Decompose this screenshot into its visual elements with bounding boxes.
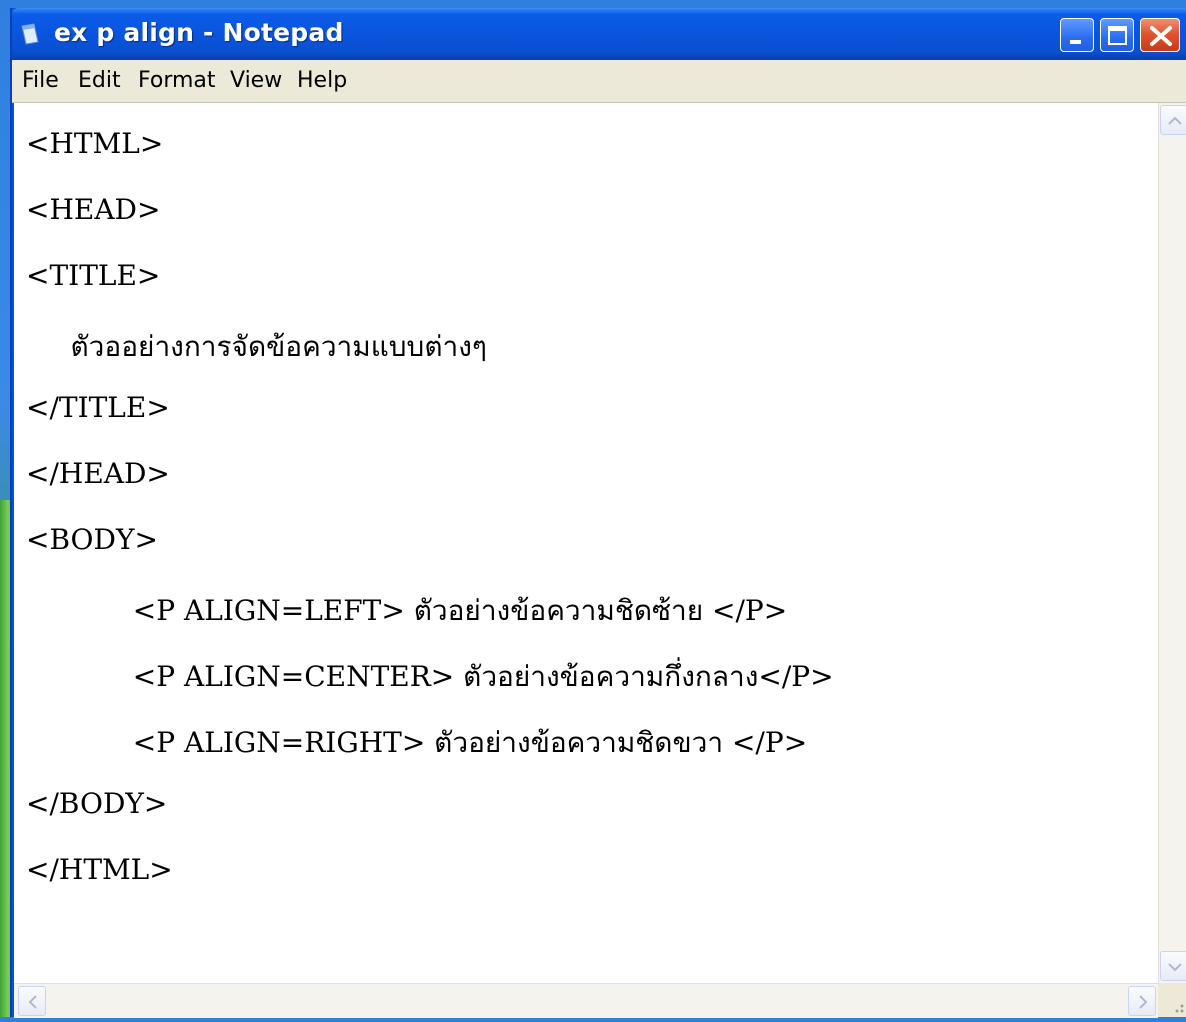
editor-line: <BODY> xyxy=(26,523,158,556)
menu-bar: File Edit Format View Help xyxy=(12,60,1186,103)
menu-edit[interactable]: Edit xyxy=(78,68,121,93)
maximize-button[interactable] xyxy=(1100,18,1134,52)
editor-line: <HEAD> xyxy=(26,193,161,226)
editor-line: </TITLE> xyxy=(26,391,170,424)
maximize-icon xyxy=(1108,26,1127,45)
scroll-down-icon xyxy=(1168,963,1182,972)
resize-grip[interactable] xyxy=(1158,983,1186,1017)
editor-line: <HTML> xyxy=(26,127,164,160)
menu-help[interactable]: Help xyxy=(297,68,347,93)
scroll-up-button[interactable] xyxy=(1160,105,1186,135)
editor-line: <P ALIGN=CENTER> ตัวอย่างข้อความกึ่งกลาง… xyxy=(26,660,834,693)
scroll-left-icon xyxy=(28,995,37,1009)
close-icon xyxy=(1150,26,1172,46)
scroll-right-button[interactable] xyxy=(1128,986,1156,1016)
minimize-button[interactable] xyxy=(1060,18,1094,52)
editor-line: <P ALIGN=LEFT> ตัวอย่างข้อความชิดซ้าย </… xyxy=(26,594,788,627)
editor-line: <P ALIGN=RIGHT> ตัวอย่างข้อความชิดขวา </… xyxy=(26,726,808,759)
text-editor-area[interactable]: <HTML> <HEAD> <TITLE> ตัวออย่างการจัดข้อ… xyxy=(14,103,1158,983)
scroll-up-icon xyxy=(1168,116,1182,125)
scroll-right-icon xyxy=(1139,995,1148,1009)
minimize-icon xyxy=(1070,40,1081,44)
menu-format[interactable]: Format xyxy=(138,68,216,93)
close-button[interactable] xyxy=(1140,18,1180,52)
resize-grip-icon xyxy=(1175,1004,1184,1013)
window-title: ex p align - Notepad xyxy=(54,18,344,47)
notepad-window: ex p align - Notepad File Edit Format Vi… xyxy=(10,8,1186,1018)
editor-line: </HEAD> xyxy=(26,457,170,490)
scroll-left-button[interactable] xyxy=(18,986,46,1016)
editor-line: ตัวออย่างการจัดข้อความแบบต่างๆ xyxy=(26,330,487,363)
scroll-down-button[interactable] xyxy=(1160,951,1186,981)
vertical-scrollbar[interactable] xyxy=(1158,103,1186,983)
notepad-icon xyxy=(20,22,42,46)
title-bar[interactable]: ex p align - Notepad xyxy=(12,8,1186,60)
horizontal-scrollbar[interactable] xyxy=(14,983,1158,1018)
menu-view[interactable]: View xyxy=(230,68,282,93)
menu-file[interactable]: File xyxy=(22,68,59,93)
editor-line: <TITLE> xyxy=(26,259,161,292)
editor-line: </HTML> xyxy=(26,853,173,886)
editor-line: </BODY> xyxy=(26,787,168,820)
